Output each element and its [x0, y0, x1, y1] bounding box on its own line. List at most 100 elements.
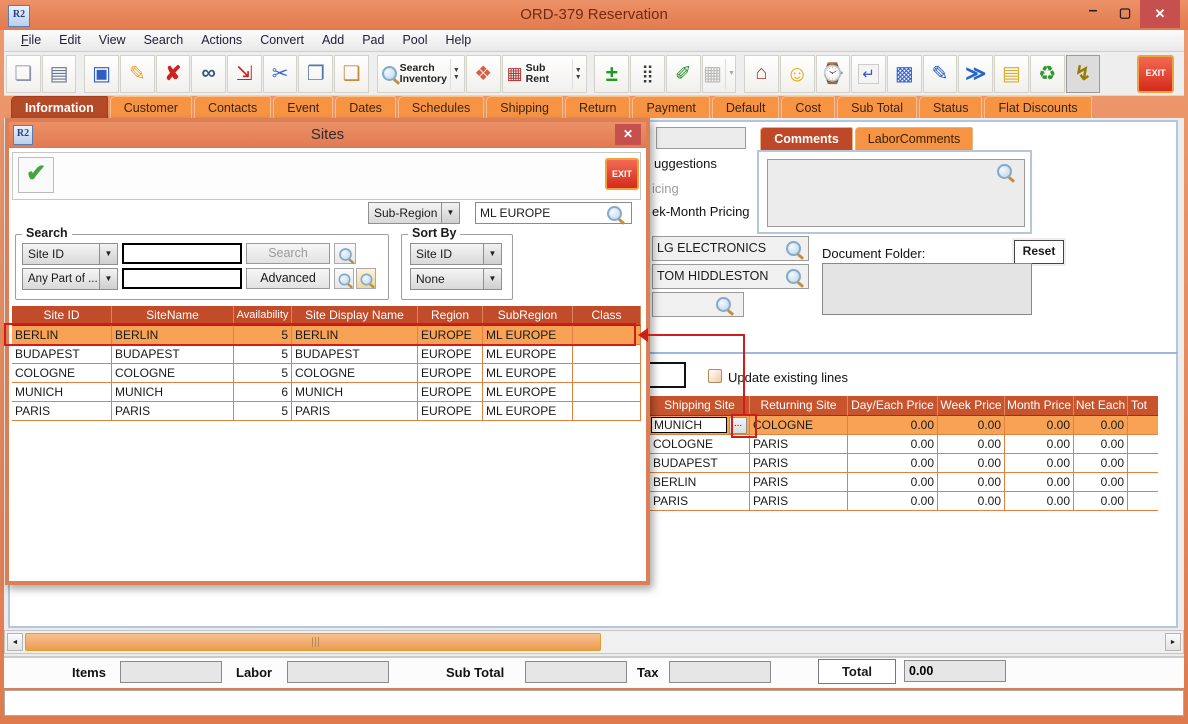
returning-site-cell[interactable]: COLOGNE	[750, 416, 848, 435]
region-cell[interactable]: EUROPE	[418, 364, 483, 383]
site-id-cell[interactable]: PARIS	[12, 402, 112, 421]
shipping-site-cell[interactable]: BUDAPEST	[650, 454, 750, 473]
menu-pool[interactable]: Pool	[393, 30, 436, 51]
week-price-cell[interactable]: 0.00	[938, 492, 1005, 511]
print-button[interactable]: ▤	[42, 55, 77, 93]
horizontal-scrollbar[interactable]: ◄ ►	[4, 630, 1184, 654]
invoice-button[interactable]: ▤	[994, 55, 1029, 93]
col-month-price[interactable]: Month Price	[1005, 396, 1074, 416]
month-price-cell[interactable]: 0.00	[1005, 454, 1074, 473]
tab-event[interactable]: Event	[273, 96, 333, 119]
menu-file[interactable]: File	[12, 30, 50, 51]
comments-search-icon[interactable]	[997, 164, 1012, 179]
site-id-cell[interactable]: COLOGNE	[12, 364, 112, 383]
menu-help[interactable]: Help	[437, 30, 481, 51]
availability-cell[interactable]: 6	[234, 383, 292, 402]
total-cell[interactable]	[1128, 454, 1158, 473]
tab-default[interactable]: Default	[712, 96, 780, 119]
search-input-2[interactable]	[122, 268, 242, 289]
calendar-dropdown-icon[interactable]: ▼	[725, 59, 735, 89]
day-price-cell[interactable]: 0.00	[848, 435, 938, 454]
search-inventory-button[interactable]: Search Inventory ▼▼	[377, 55, 465, 93]
day-price-cell[interactable]: 0.00	[848, 473, 938, 492]
net-each-cell[interactable]: 0.00	[1074, 473, 1128, 492]
menu-view[interactable]: View	[90, 30, 135, 51]
shipping-row-paris[interactable]: PARIS PARIS 0.00 0.00 0.00 0.00	[650, 492, 1160, 511]
site-id-cell[interactable]: BUDAPEST	[12, 345, 112, 364]
col-week-price[interactable]: Week Price	[938, 396, 1005, 416]
net-each-cell[interactable]: 0.00	[1074, 416, 1128, 435]
site-id-cell[interactable]: MUNICH	[12, 383, 112, 402]
tab-sub-total[interactable]: Sub Total	[837, 96, 917, 119]
net-each-cell[interactable]: 0.00	[1074, 492, 1128, 511]
week-price-cell[interactable]: 0.00	[938, 454, 1005, 473]
availability-cell[interactable]: 5	[234, 402, 292, 421]
document-folder-box[interactable]	[822, 263, 1032, 315]
month-price-cell[interactable]: 0.00	[1005, 435, 1074, 454]
tab-status[interactable]: Status	[919, 96, 982, 119]
smiley-button[interactable]: ☺	[780, 55, 815, 93]
new-button[interactable]: ❏	[6, 55, 41, 93]
total-cell[interactable]	[1128, 435, 1158, 454]
menu-pad[interactable]: Pad	[353, 30, 393, 51]
site-name-cell[interactable]: MUNICH	[112, 383, 234, 402]
search-mode-dropdown[interactable]: Any Part of ... ▼	[22, 268, 118, 290]
shipping-row-cologne[interactable]: COLOGNE PARIS 0.00 0.00 0.00 0.00	[650, 435, 1160, 454]
search-zoom-button[interactable]	[334, 243, 356, 264]
customer-search-icon[interactable]	[786, 241, 801, 256]
display-name-cell[interactable]: MUNICH	[292, 383, 418, 402]
scrollbar-thumb[interactable]	[25, 633, 601, 651]
chevron-down-icon[interactable]: ▼	[483, 268, 502, 290]
history-button[interactable]: ⌚	[816, 55, 851, 93]
net-each-cell[interactable]: 0.00	[1074, 454, 1128, 473]
class-cell[interactable]	[573, 364, 641, 383]
toolbar-exit-button[interactable]: EXIT	[1137, 55, 1174, 93]
subregion-cell[interactable]: ML EUROPE	[483, 402, 573, 421]
shapes-button[interactable]: ❖	[466, 55, 501, 93]
transfer-button[interactable]: ⇲	[227, 55, 262, 93]
total-cell[interactable]	[1128, 416, 1158, 435]
col-shipping-site[interactable]: Shipping Site	[650, 396, 750, 416]
lightning-button[interactable]: ↯	[1066, 55, 1101, 93]
tab-comments[interactable]: Comments	[760, 127, 853, 150]
day-price-cell[interactable]: 0.00	[848, 492, 938, 511]
search-input[interactable]	[122, 243, 242, 264]
subregion-cell[interactable]: ML EUROPE	[483, 345, 573, 364]
availability-cell[interactable]: 5	[234, 364, 292, 383]
search-inventory-dropdown-icon[interactable]: ▼▼	[450, 59, 460, 89]
site-name-cell[interactable]: BUDAPEST	[112, 345, 234, 364]
report-search-button[interactable]	[334, 268, 354, 289]
region-cell[interactable]: EUROPE	[418, 402, 483, 421]
week-price-cell[interactable]: 0.00	[938, 435, 1005, 454]
returning-site-cell[interactable]: PARIS	[750, 435, 848, 454]
dispatch-button[interactable]: ♻	[1030, 55, 1065, 93]
site-row-budapest[interactable]: BUDAPEST BUDAPEST 5 BUDAPEST EUROPE ML E…	[12, 345, 641, 364]
shipping-site-editor[interactable]: MUNICH	[651, 417, 727, 433]
copy-button[interactable]: ❐	[298, 55, 333, 93]
close-button[interactable]: ✕	[1140, 0, 1180, 28]
maximize-button[interactable]: ▢	[1110, 0, 1140, 28]
display-name-cell[interactable]: PARIS	[292, 402, 418, 421]
col-total[interactable]: Tot	[1128, 396, 1158, 416]
tab-dates[interactable]: Dates	[335, 96, 396, 119]
display-name-cell[interactable]: BUDAPEST	[292, 345, 418, 364]
returning-site-cell[interactable]: PARIS	[750, 454, 848, 473]
region-cell[interactable]: EUROPE	[418, 345, 483, 364]
month-price-cell[interactable]: 0.00	[1005, 416, 1074, 435]
notes-button[interactable]: ✎	[923, 55, 958, 93]
sort-primary-dropdown[interactable]: Site ID ▼	[410, 243, 502, 265]
dialog-confirm-button[interactable]: ✔	[18, 157, 54, 193]
subregion-cell[interactable]: ML EUROPE	[483, 383, 573, 402]
net-each-cell[interactable]: 0.00	[1074, 435, 1128, 454]
tab-information[interactable]: Information	[11, 96, 108, 119]
shipping-site-cell[interactable]: PARIS	[650, 492, 750, 511]
site-name-cell[interactable]: PARIS	[112, 402, 234, 421]
tab-flat-discounts[interactable]: Flat Discounts	[984, 96, 1091, 119]
tab-customer[interactable]: Customer	[110, 96, 192, 119]
minimize-button[interactable]: –	[1078, 0, 1108, 28]
returning-site-cell[interactable]: PARIS	[750, 473, 848, 492]
subregion-cell[interactable]: ML EUROPE	[483, 364, 573, 383]
day-price-cell[interactable]: 0.00	[848, 416, 938, 435]
total-cell[interactable]	[1128, 492, 1158, 511]
total-cell[interactable]	[1128, 473, 1158, 492]
